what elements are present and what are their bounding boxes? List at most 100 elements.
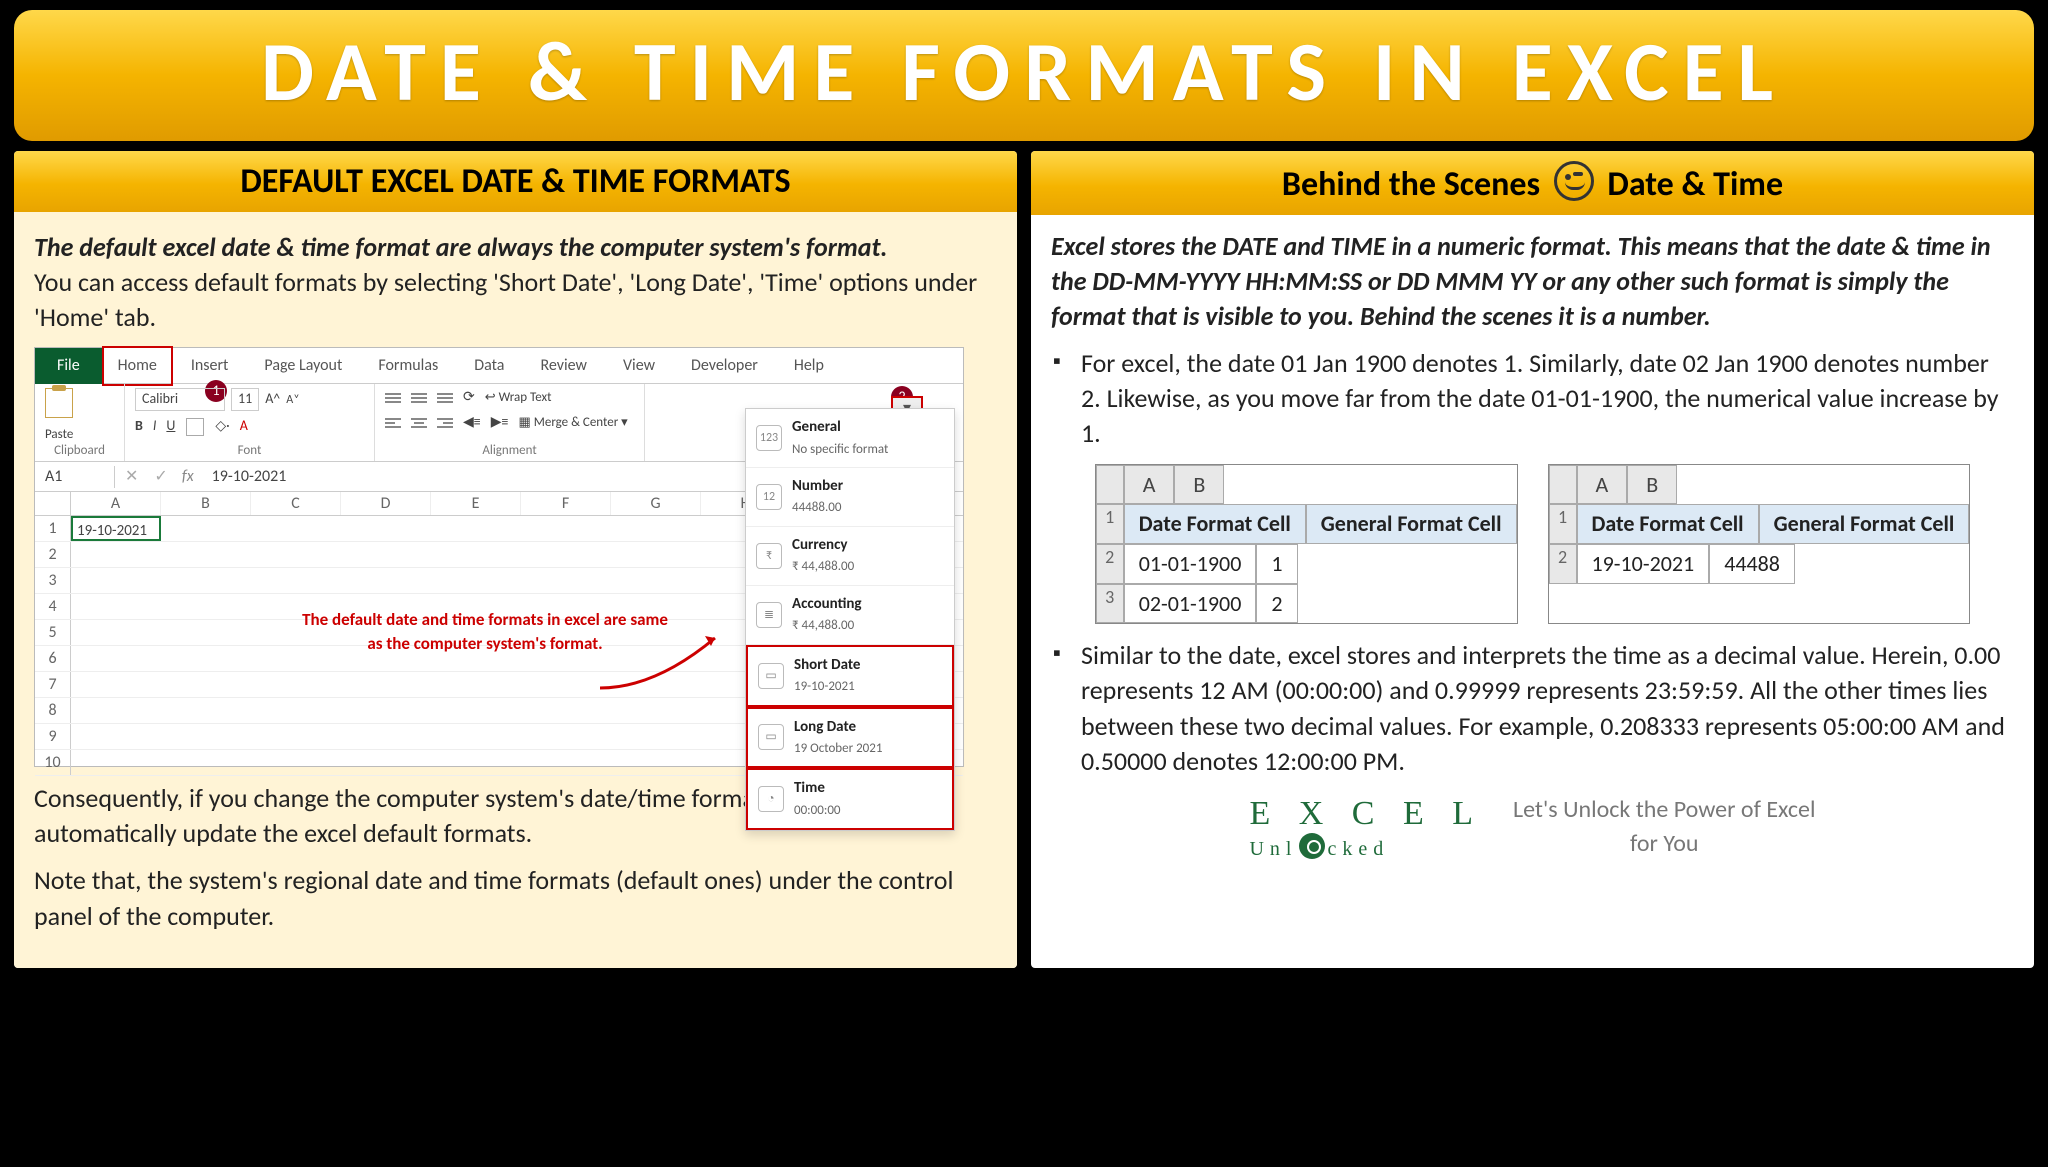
cell-a1[interactable]: 19-10-2021 (71, 516, 161, 541)
tab-formulas[interactable]: Formulas (360, 348, 456, 384)
mini-tables: AB 1Date Format CellGeneral Format Cell … (1051, 464, 2014, 625)
tab-developer[interactable]: Developer (673, 348, 776, 384)
italic-button[interactable]: I (153, 417, 157, 437)
col-b[interactable]: B (161, 492, 251, 515)
format-icon: ≣ (756, 602, 782, 628)
tab-home[interactable]: Home (102, 346, 173, 386)
dec-indent-icon[interactable]: ◀≡ (463, 413, 481, 432)
group-alignment: ⟳ ↩ Wrap Text ◀≡ ▶≡ ▦ Merge & Center ▾ A… (375, 384, 645, 461)
clipboard-label: Clipboard (35, 442, 124, 460)
tagline: Let's Unlock the Power of Excel for You (1513, 793, 1815, 860)
left-card-header: DEFAULT EXCEL DATE & TIME FORMATS (14, 151, 1017, 212)
col-e[interactable]: E (431, 492, 521, 515)
font-size-select[interactable]: 11 (231, 388, 259, 411)
right-card-body: Excel stores the DATE and TIME in a nume… (1031, 215, 2034, 873)
format-icon: ₹ (756, 543, 782, 569)
format-icon: ▭ (758, 663, 784, 689)
columns: DEFAULT EXCEL DATE & TIME FORMATS The de… (14, 151, 2034, 968)
align-top-icon[interactable] (385, 393, 401, 403)
excel-unlocked-logo: E X C E L Unlcked (1249, 791, 1483, 863)
font-color-button[interactable]: A (240, 417, 248, 437)
group-clipboard: Paste Clipboard (35, 384, 125, 461)
format-option-time[interactable]: ◔Time00:00:00 (746, 768, 954, 830)
excel-screenshot: File Home Insert Page Layout Formulas Da… (34, 347, 964, 767)
t2-col-b: B (1627, 465, 1677, 505)
left-card: DEFAULT EXCEL DATE & TIME FORMATS The de… (14, 151, 1017, 968)
annotation-arrow-icon (595, 628, 735, 698)
wink-emoji-icon (1554, 161, 1594, 201)
formula-input[interactable]: 19-10-2021 (202, 466, 287, 488)
table-2: AB 1Date Format CellGeneral Format Cell … (1548, 464, 1971, 625)
format-icon: ◔ (758, 786, 784, 812)
col-g[interactable]: G (611, 492, 701, 515)
bold-button[interactable]: B (135, 417, 143, 437)
underline-button[interactable]: U (166, 417, 175, 437)
fill-color-button[interactable]: ◇· (215, 417, 229, 437)
right-card-header: Behind the Scenes Date & Time (1031, 151, 2034, 215)
grow-font-icon[interactable]: A^ (265, 390, 280, 409)
t1-h-a: Date Format Cell (1124, 504, 1306, 544)
format-icon: ▭ (758, 724, 784, 750)
tab-view[interactable]: View (605, 348, 673, 384)
left-intro-rest: You can access default formats by select… (34, 266, 977, 333)
tab-page-layout[interactable]: Page Layout (246, 348, 360, 384)
logo-top: E X C E L (1249, 795, 1483, 832)
group-font: Calibri 11 A^ A˅ B I U ◇· A (125, 384, 375, 461)
enter-icon[interactable]: ✓ (148, 466, 173, 488)
logo-bottom: Unlcked (1249, 833, 1483, 863)
right-card: Behind the Scenes Date & Time Excel stor… (1031, 151, 2034, 968)
t1-col-a: A (1124, 465, 1175, 505)
right-bullets-2: Similar to the date, excel stores and in… (1051, 638, 2014, 778)
t2-h-b: General Format Cell (1759, 504, 1970, 544)
tab-insert[interactable]: Insert (173, 348, 247, 384)
col-a[interactable]: A (71, 492, 161, 515)
format-option-general[interactable]: 123GeneralNo specific format (746, 409, 954, 468)
number-format-dropdown: 123GeneralNo specific format12Number4448… (745, 408, 955, 831)
font-group-label: Font (125, 442, 374, 460)
right-bullets: For excel, the date 01 Jan 1900 denotes … (1051, 346, 2014, 451)
tab-help[interactable]: Help (776, 348, 842, 384)
format-option-accounting[interactable]: ≣Accounting₹ 44,488.00 (746, 586, 954, 645)
align-left-icon[interactable] (385, 418, 401, 428)
left-intro-bold: The default excel date & time format are… (34, 231, 888, 263)
format-option-short-date[interactable]: ▭Short Date19-10-2021 (746, 645, 954, 707)
t1-col-b: B (1174, 465, 1224, 505)
inc-indent-icon[interactable]: ▶≡ (491, 413, 509, 432)
col-c[interactable]: C (251, 492, 341, 515)
bullet-2: Similar to the date, excel stores and in… (1081, 638, 2014, 778)
right-header-b: Date & Time (1607, 164, 1783, 205)
font-name-select[interactable]: Calibri (135, 388, 225, 411)
align-center-icon[interactable] (411, 418, 427, 428)
align-bot-icon[interactable] (437, 393, 453, 403)
align-mid-icon[interactable] (411, 393, 427, 403)
align-right-icon[interactable] (437, 418, 453, 428)
shrink-font-icon[interactable]: A˅ (286, 392, 299, 408)
format-icon: 12 (756, 484, 782, 510)
t2-col-a: A (1577, 465, 1628, 505)
tab-data[interactable]: Data (456, 348, 522, 384)
merge-center-button[interactable]: ▦ Merge & Center ▾ (519, 414, 628, 432)
right-intro: Excel stores the DATE and TIME in a nume… (1051, 229, 2014, 334)
left-para-2: Note that, the system's regional date an… (34, 863, 997, 933)
left-card-body: The default excel date & time format are… (14, 212, 1017, 968)
paste-button[interactable] (45, 388, 114, 424)
format-option-currency[interactable]: ₹Currency₹ 44,488.00 (746, 527, 954, 586)
t1-h-b: General Format Cell (1306, 504, 1517, 544)
format-icon: 123 (756, 425, 782, 451)
alignment-group-label: Alignment (375, 442, 644, 460)
page-title-banner: DATE & TIME FORMATS IN EXCEL (14, 10, 2034, 141)
tab-file[interactable]: File (35, 348, 102, 384)
format-option-number[interactable]: 12Number44488.00 (746, 468, 954, 527)
format-option-long-date[interactable]: ▭Long Date19 October 2021 (746, 707, 954, 769)
fx-icon[interactable]: fx (174, 466, 202, 488)
bullet-1: For excel, the date 01 Jan 1900 denotes … (1081, 346, 2014, 451)
t2-h-a: Date Format Cell (1577, 504, 1759, 544)
col-d[interactable]: D (341, 492, 431, 515)
border-button[interactable] (186, 418, 204, 436)
wrap-text-button[interactable]: ↩ Wrap Text (485, 389, 552, 407)
col-f[interactable]: F (521, 492, 611, 515)
cancel-icon[interactable]: ✕ (115, 466, 148, 488)
name-box[interactable]: A1 (35, 466, 115, 488)
orientation-icon[interactable]: ⟳ (463, 388, 475, 407)
tab-review[interactable]: Review (522, 348, 605, 384)
